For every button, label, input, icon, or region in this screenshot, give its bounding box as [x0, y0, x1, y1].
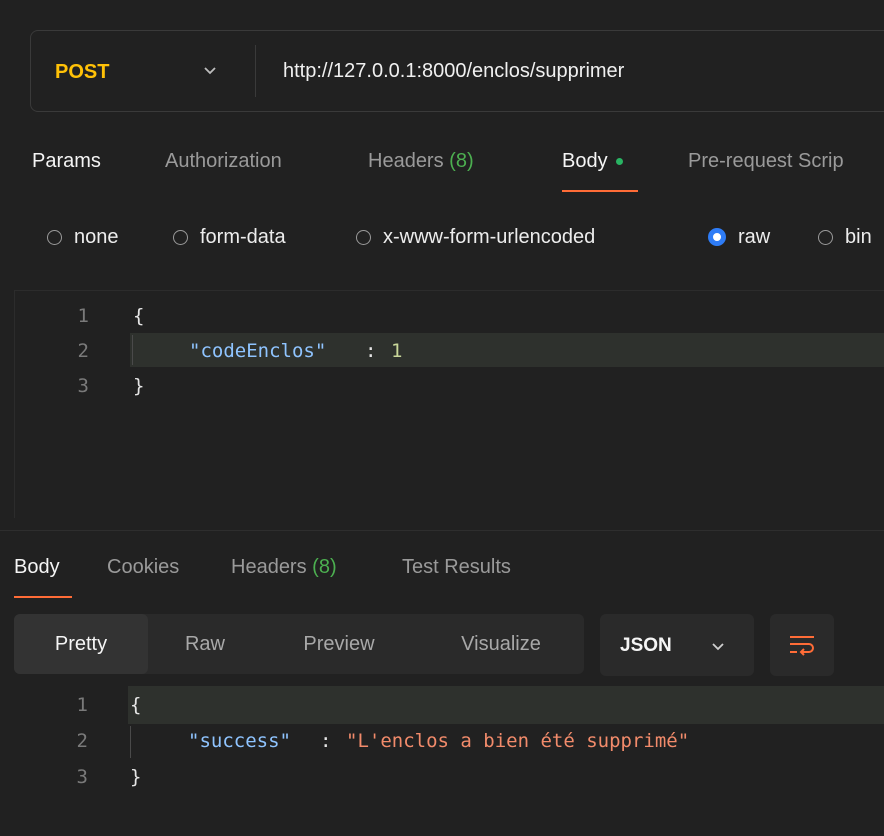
- response-body-viewer[interactable]: 1 2 3 { "success" : "L'enclos a bien été…: [0, 686, 884, 796]
- url-divider: [255, 45, 256, 97]
- url-input[interactable]: http://127.0.0.1:8000/enclos/supprimer: [283, 60, 624, 83]
- response-tab-headers[interactable]: Headers (8): [231, 556, 337, 579]
- radio-raw[interactable]: raw: [708, 222, 770, 252]
- response-tab-cookies[interactable]: Cookies: [107, 556, 179, 579]
- tab-authorization[interactable]: Authorization: [165, 150, 282, 173]
- url-bar: POST http://127.0.0.1:8000/enclos/suppri…: [30, 30, 884, 112]
- radio-urlencoded[interactable]: x-www-form-urlencoded: [356, 222, 595, 252]
- radio-form-data-label: form-data: [200, 225, 286, 248]
- view-preview-button[interactable]: Preview: [284, 614, 394, 674]
- tab-headers[interactable]: Headers (8): [368, 150, 474, 173]
- open-brace: {: [133, 305, 145, 327]
- view-raw-button[interactable]: Raw: [164, 614, 246, 674]
- tab-authorization-label: Authorization: [165, 150, 282, 172]
- active-tab-indicator: [562, 190, 638, 192]
- pane-divider[interactable]: [0, 530, 884, 531]
- line-number: 3: [76, 766, 88, 788]
- radio-none[interactable]: none: [47, 222, 119, 252]
- radio-raw-label: raw: [738, 225, 771, 248]
- close-brace: }: [130, 766, 142, 788]
- open-brace: {: [130, 694, 142, 716]
- line-number: 1: [77, 305, 89, 327]
- radio-urlencoded-label: x-www-form-urlencoded: [383, 225, 596, 248]
- method-select[interactable]: POST: [55, 61, 109, 84]
- tab-pre-request-label: Pre-request Scrip: [688, 150, 844, 172]
- response-tab-headers-label: Headers: [231, 556, 307, 578]
- format-select[interactable]: JSON: [600, 614, 754, 676]
- tab-body[interactable]: Body: [562, 150, 623, 173]
- indent-guide: [132, 335, 133, 365]
- radio-binary[interactable]: bin: [818, 222, 872, 252]
- close-brace: }: [133, 375, 145, 397]
- radio-none-control[interactable]: [47, 229, 62, 245]
- radio-form-data[interactable]: form-data: [173, 222, 286, 252]
- indent-guide: [130, 726, 131, 758]
- tab-headers-label: Headers: [368, 150, 444, 172]
- chevron-down-icon: [712, 643, 724, 651]
- json-key: "success": [188, 730, 291, 752]
- request-body-editor[interactable]: 1 2 3 { "codeEnclos" : 1 }: [14, 290, 884, 518]
- line-number: 3: [77, 375, 89, 397]
- radio-urlencoded-control[interactable]: [356, 229, 371, 245]
- tab-params-label: Params: [32, 150, 101, 172]
- json-value: 1: [391, 340, 403, 362]
- json-value: "L'enclos a bien été supprimé": [346, 730, 690, 752]
- modified-dot: [615, 158, 623, 166]
- tab-params[interactable]: Params: [32, 150, 101, 173]
- response-tab-test-results[interactable]: Test Results: [402, 556, 511, 579]
- line-number: 1: [76, 694, 88, 716]
- tab-headers-count: (8): [449, 150, 474, 172]
- json-colon: :: [365, 340, 377, 362]
- wrap-lines-button[interactable]: [770, 614, 834, 676]
- tab-body-label: Body: [562, 150, 608, 172]
- json-key: "codeEnclos": [189, 340, 327, 362]
- response-tab-headers-count: (8): [312, 556, 337, 578]
- format-select-value: JSON: [620, 635, 672, 656]
- json-colon: :: [320, 730, 332, 752]
- radio-raw-control[interactable]: [708, 228, 726, 246]
- chevron-down-icon[interactable]: [199, 59, 221, 81]
- radio-none-label: none: [74, 225, 119, 248]
- view-visualize-button[interactable]: Visualize: [436, 614, 566, 674]
- current-line-highlight: [128, 686, 884, 724]
- line-number: 2: [77, 340, 89, 362]
- response-tab-body[interactable]: Body: [14, 556, 60, 579]
- view-mode-selector: Pretty Raw Preview Visualize: [14, 614, 584, 674]
- wrap-lines-icon: [790, 636, 814, 656]
- view-pretty-button[interactable]: Pretty: [14, 614, 148, 674]
- radio-form-data-control[interactable]: [173, 229, 188, 245]
- tab-pre-request-script[interactable]: Pre-request Scrip: [688, 150, 844, 173]
- response-active-tab-indicator: [14, 596, 72, 598]
- radio-binary-label: bin: [845, 225, 872, 248]
- radio-binary-control[interactable]: [818, 229, 833, 245]
- line-number: 2: [76, 730, 88, 752]
